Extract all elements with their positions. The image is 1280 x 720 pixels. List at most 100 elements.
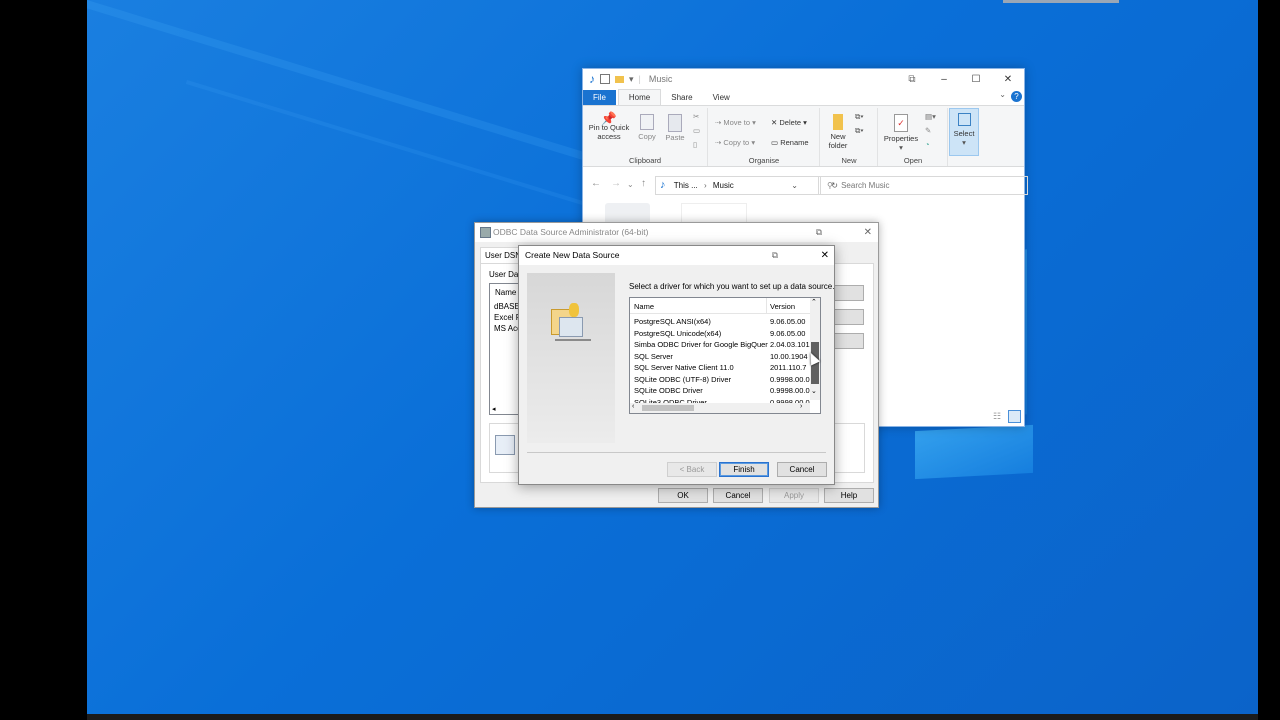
help-button[interactable]: Help: [824, 488, 874, 503]
window-fragment: [1003, 0, 1119, 3]
cancel-button[interactable]: Cancel: [713, 488, 763, 503]
properties-button[interactable]: ✓ Properties ▾: [881, 114, 921, 152]
clipboard-group-label: Clipboard: [628, 156, 662, 165]
driver-version: 2.04.03.101: [770, 340, 810, 349]
delete-button[interactable]: ✕ Delete ▾: [771, 118, 807, 127]
create-new-data-source-dialog[interactable]: Create New Data Source ⧉ ✕ Select a driv…: [518, 245, 835, 485]
back-button[interactable]: < Back: [667, 462, 717, 477]
scroll-right-icon[interactable]: ›: [800, 403, 802, 410]
configure-button-placeholder[interactable]: [833, 333, 864, 349]
select-button[interactable]: Select ▾: [949, 108, 979, 156]
paste-button[interactable]: Paste: [663, 114, 687, 142]
address-box[interactable]: ♪ This ... › Music ⌄ ↻: [655, 176, 838, 195]
open-group: ✓ Properties ▾ ▤▾ ✎ ◔ Open: [879, 108, 948, 166]
add-button-placeholder[interactable]: [833, 285, 864, 301]
scroll-left-icon[interactable]: ◂: [492, 405, 496, 413]
up-icon[interactable]: ↑: [641, 178, 646, 189]
explorer-titlebar[interactable]: ♪ ▾ | Music ⧉ – ☐ ✕: [583, 69, 1024, 89]
expand-ribbon-icon[interactable]: ⌄: [999, 90, 1006, 99]
rename-button[interactable]: ▭ Rename: [771, 138, 809, 147]
tab-file[interactable]: File: [583, 90, 616, 105]
address-part-music[interactable]: Music: [713, 181, 734, 190]
copy-to-button[interactable]: ⇢ Copy to ▾: [715, 138, 755, 147]
driver-row[interactable]: PostgreSQL ANSI(x64) 9.06.05.00: [630, 317, 810, 328]
remove-button-placeholder[interactable]: [833, 309, 864, 325]
maximize-button[interactable]: ☐: [960, 69, 992, 89]
scroll-down-icon[interactable]: ⌄: [811, 387, 817, 395]
back-icon[interactable]: ←: [591, 178, 601, 189]
paste-shortcut-icon[interactable]: ▯: [693, 140, 697, 149]
address-part-this-pc[interactable]: This ...: [674, 181, 698, 190]
file-placeholder[interactable]: [605, 203, 650, 223]
apply-button[interactable]: Apply: [769, 488, 819, 503]
horizontal-scrollbar[interactable]: ‹ ›: [630, 403, 810, 413]
select-group: Select ▾: [949, 108, 979, 166]
snap-icon[interactable]: ⧉: [772, 246, 778, 265]
driver-row[interactable]: SQLite ODBC (UTF-8) Driver 0.9998.00.0: [630, 375, 810, 386]
snap-icon[interactable]: ⧉: [896, 69, 928, 89]
scroll-left-icon[interactable]: ‹: [632, 403, 634, 410]
easy-access-icon[interactable]: ⧉▾: [855, 126, 864, 136]
driver-row[interactable]: Simba ODBC Driver for Google BigQuery 2.0…: [630, 340, 810, 351]
recent-locations-icon[interactable]: ⌄: [627, 180, 634, 189]
folder-quick-icon[interactable]: [615, 75, 624, 83]
snap-icon[interactable]: ⧉: [816, 223, 822, 242]
vertical-scrollbar[interactable]: ⌃ ⌄: [810, 298, 820, 400]
forward-icon[interactable]: →: [611, 178, 621, 189]
address-bar-row: ← → ⌄ ↑ ♪ This ... › Music ⌄ ↻ ⚲ Search …: [583, 173, 1028, 197]
driver-version: 9.06.05.00: [770, 328, 806, 338]
new-item-icon[interactable]: ⧉▾: [855, 112, 864, 122]
file-placeholder[interactable]: [681, 203, 747, 224]
pin-to-quick-access-button[interactable]: 📌 Pin to Quick access: [586, 112, 632, 141]
new-group-label: New: [841, 156, 857, 165]
minimize-button[interactable]: –: [928, 69, 960, 89]
odbc-titlebar[interactable]: ODBC Data Source Administrator (64-bit) …: [475, 223, 878, 242]
cnds-title: Create New Data Source: [525, 250, 620, 260]
large-icons-view-icon[interactable]: [1008, 410, 1021, 423]
scroll-up-icon[interactable]: ⌃: [811, 298, 817, 306]
copy-button[interactable]: Copy: [635, 114, 659, 141]
driver-row[interactable]: SQL Server Native Client 11.0 2011.110.7: [630, 363, 810, 374]
driver-row[interactable]: SQLite ODBC Driver 0.9998.00.0: [630, 386, 810, 397]
close-button[interactable]: ✕: [992, 69, 1024, 89]
horizontal-scroll-thumb[interactable]: [642, 405, 694, 411]
search-input[interactable]: ⚲ Search Music: [818, 176, 1028, 195]
driver-row[interactable]: SQL Server 10.00.1904: [630, 352, 810, 363]
cancel-button[interactable]: Cancel: [777, 462, 827, 477]
search-placeholder: Search Music: [841, 181, 890, 190]
column-name-header[interactable]: Name: [634, 302, 654, 311]
address-dropdown-icon[interactable]: ⌄: [791, 177, 798, 194]
column-version-header[interactable]: Version: [770, 302, 795, 311]
copy-path-icon[interactable]: ▭: [693, 126, 700, 135]
open-group-label: Open: [903, 156, 923, 165]
tab-view[interactable]: View: [703, 90, 740, 105]
rename-icon: ▭: [771, 138, 779, 147]
driver-name: PostgreSQL ANSI(x64): [634, 317, 711, 326]
quick-access-dropdown-icon[interactable]: ▾: [629, 74, 634, 85]
close-button[interactable]: ✕: [864, 223, 872, 242]
help-icon[interactable]: ?: [1011, 91, 1022, 102]
details-view-icon[interactable]: ☷: [993, 411, 1001, 422]
history-icon[interactable]: ◔: [925, 140, 930, 149]
new-group: New folder ⧉▾ ⧉▾ New: [821, 108, 878, 166]
cnds-titlebar[interactable]: Create New Data Source ⧉ ✕: [519, 246, 834, 265]
cut-icon[interactable]: ✂: [693, 112, 699, 121]
tab-share[interactable]: Share: [661, 90, 702, 105]
move-to-button[interactable]: ⇢ Move to ▾: [715, 118, 756, 127]
edit-icon[interactable]: ✎: [925, 126, 931, 135]
ok-button[interactable]: OK: [658, 488, 708, 503]
properties-quick-icon[interactable]: [600, 74, 610, 84]
explorer-title: Music: [648, 74, 673, 84]
finish-button[interactable]: Finish: [719, 462, 769, 477]
driver-row[interactable]: PostgreSQL Unicode(x64) 9.06.05.00: [630, 329, 810, 340]
tab-home[interactable]: Home: [617, 89, 662, 105]
paste-icon: [668, 114, 682, 132]
odbc-title: ODBC Data Source Administrator (64-bit): [493, 227, 649, 237]
driver-version: 2011.110.7: [770, 363, 807, 372]
open-icon[interactable]: ▤▾: [925, 112, 936, 121]
ribbon: 📌 Pin to Quick access Copy Paste ✂ ▭ ▯ C…: [583, 105, 1024, 167]
close-button[interactable]: ✕: [821, 246, 829, 265]
driver-list[interactable]: Name Version PostgreSQL ANSI(x64) 9.06.05…: [629, 297, 821, 414]
new-folder-button[interactable]: New folder: [825, 114, 851, 150]
address-separator: ›: [703, 181, 707, 190]
